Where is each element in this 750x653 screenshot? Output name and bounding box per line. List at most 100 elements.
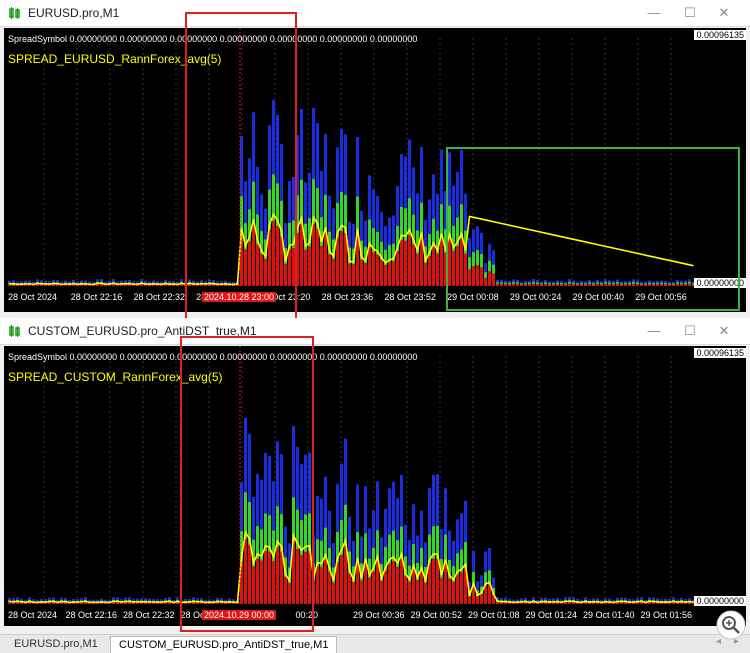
price-label-top: 0.00096135	[694, 348, 746, 358]
bar-red	[432, 246, 435, 286]
bar-red	[332, 582, 335, 604]
bar-red	[336, 237, 339, 286]
bar-red	[300, 224, 303, 286]
bar-red	[368, 577, 371, 604]
time-axis-label: 29 Oct 00:52	[410, 610, 463, 620]
bar-red	[428, 563, 431, 604]
candlestick-icon	[9, 7, 20, 19]
zoom-in-icon[interactable]	[716, 610, 746, 640]
bar-red	[344, 546, 347, 604]
bar-red	[424, 262, 427, 286]
bar-red	[364, 562, 367, 604]
time-axis-label: 28 Oct 22:32	[123, 610, 175, 620]
bar-red	[388, 563, 391, 604]
maximize-button[interactable]: ☐	[678, 321, 702, 341]
bar-red	[356, 562, 359, 604]
bar-red	[468, 596, 471, 604]
bar-red	[376, 561, 379, 604]
bar-red	[328, 571, 331, 604]
maximize-button[interactable]: ☐	[678, 3, 702, 23]
bar-red	[432, 558, 435, 604]
bar-red	[396, 251, 399, 286]
bar-red	[428, 255, 431, 286]
bar-red	[436, 558, 439, 604]
close-button[interactable]: ✕	[712, 321, 736, 341]
chart-window-eurusd: EURUSD.pro,M1 — ☐ ✕ SpreadSymbol 0.00000…	[0, 0, 750, 322]
bar-red	[444, 563, 447, 604]
bar-red	[328, 254, 331, 286]
bar-red	[436, 253, 439, 286]
bar-red	[392, 261, 395, 286]
bar-red	[320, 567, 323, 604]
bar-red	[384, 264, 387, 286]
bar-red	[320, 245, 323, 286]
time-axis-label: 28 Oct 22:16	[65, 610, 118, 620]
highlight-box-red	[185, 12, 297, 322]
bar-red	[312, 223, 315, 286]
time-axis-label: 28 Oct 22:32	[133, 292, 185, 302]
time-axis-label: 28 Oct 23:36	[321, 292, 374, 302]
bar-red	[376, 254, 379, 286]
bar-red	[384, 570, 387, 604]
bar-red	[324, 559, 327, 604]
window-title: EURUSD.pro,M1	[28, 6, 120, 20]
bar-red	[372, 571, 375, 604]
bar-red	[424, 582, 427, 604]
bar-red	[348, 573, 351, 604]
bar-red	[400, 239, 403, 286]
tab-custom-eurusd[interactable]: CUSTOM_EURUSD.pro_AntiDST_true,M1	[110, 636, 338, 653]
bar-red	[304, 249, 307, 286]
bar-red	[324, 232, 327, 286]
bar-red	[404, 576, 407, 604]
bar-red	[396, 566, 399, 604]
time-axis-label: 28 Oct 22:16	[70, 292, 123, 302]
bar-red	[316, 228, 319, 286]
bar-red	[460, 572, 463, 604]
bar-red	[456, 574, 459, 604]
bar-red	[476, 596, 479, 604]
bar-red	[404, 240, 407, 286]
highlight-box-green	[446, 147, 740, 311]
time-axis-label: 29 Oct 01:56	[640, 610, 693, 620]
spread-chart[interactable]: SpreadSymbol 0.00000000 0.00000000 0.000…	[4, 346, 746, 626]
time-axis-label: 29 Oct 01:08	[468, 610, 520, 620]
bar-red	[380, 260, 383, 286]
bar-red	[408, 234, 411, 286]
bar-red	[480, 593, 483, 604]
bar-red	[452, 581, 455, 604]
bar-red	[412, 244, 415, 286]
window-titlebar[interactable]: CUSTOM_EURUSD.pro_AntiDST_true,M1 — ☐ ✕	[0, 318, 750, 345]
close-button[interactable]: ✕	[712, 3, 736, 23]
time-axis-label: 29 Oct 01:24	[525, 610, 578, 620]
bar-red	[440, 238, 443, 286]
bar-red	[380, 580, 383, 604]
bar-red	[372, 252, 375, 286]
time-axis-label: 28 Oct 23:52	[384, 292, 436, 302]
bar-red	[352, 264, 355, 286]
bar-red	[364, 263, 367, 286]
bar-red	[340, 554, 343, 604]
time-axis-label: 28 Oct 2024	[8, 292, 58, 302]
bar-red	[388, 262, 391, 286]
bar-red	[332, 258, 335, 286]
highlight-box-red	[180, 336, 314, 632]
bar-red	[448, 578, 451, 604]
bar-red	[416, 253, 419, 286]
minimize-button[interactable]: —	[642, 321, 666, 341]
bar-red	[484, 585, 487, 604]
price-label-bottom: 0.00000000	[694, 596, 746, 606]
bar-red	[368, 247, 371, 286]
price-label-top: 0.00096135	[694, 30, 746, 40]
minimize-button[interactable]: —	[642, 3, 666, 23]
time-axis-label: 28 Oct 2024	[8, 610, 58, 620]
bar-red	[316, 566, 319, 604]
time-axis-label: 29 Oct 01:40	[583, 610, 635, 620]
candlestick-icon	[9, 325, 20, 337]
bar-red	[440, 577, 443, 604]
bar-red	[348, 263, 351, 286]
bar-red	[408, 581, 411, 604]
window-titlebar[interactable]: EURUSD.pro,M1 — ☐ ✕	[0, 0, 750, 27]
tab-eurusd[interactable]: EURUSD.pro,M1	[6, 636, 106, 652]
bar-red	[308, 246, 311, 286]
bar-red	[352, 581, 355, 604]
